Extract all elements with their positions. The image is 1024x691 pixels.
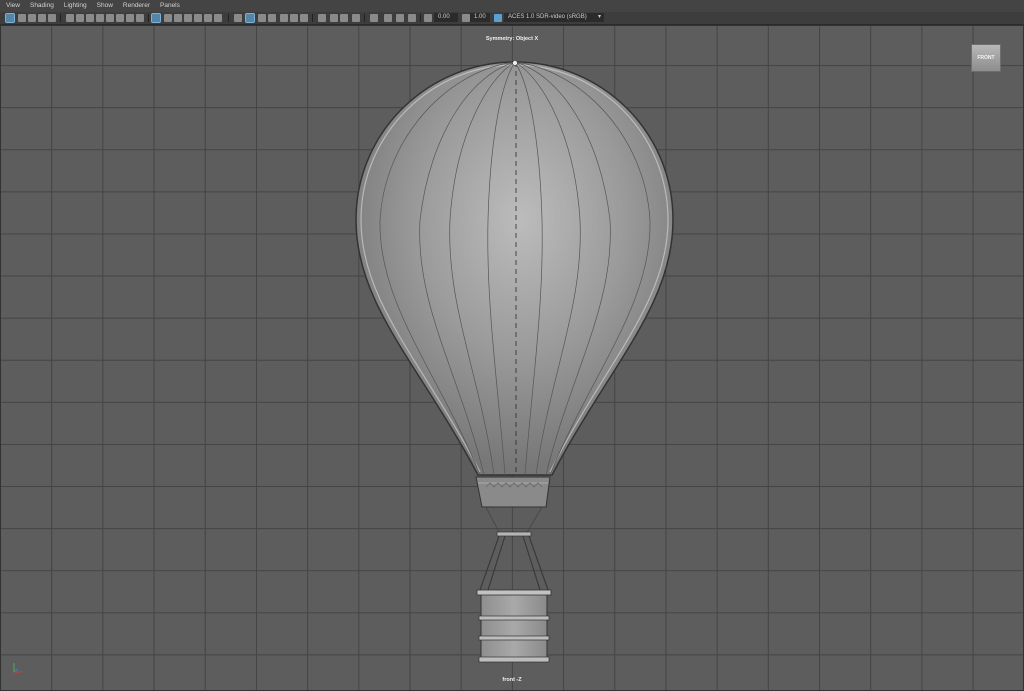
camera-attributes-icon[interactable] <box>18 14 26 22</box>
grid-toggle-icon[interactable] <box>151 13 161 23</box>
balloon-skirt <box>475 476 551 508</box>
balloon-model[interactable] <box>0 25 1024 691</box>
film-gate-icon[interactable] <box>76 14 84 22</box>
axis-gizmo-icon <box>13 663 22 673</box>
shadows-icon[interactable] <box>245 13 255 23</box>
menu-view[interactable]: View <box>6 0 20 12</box>
gamma-icon[interactable] <box>462 14 470 22</box>
use-all-lights-icon[interactable] <box>234 14 242 22</box>
safe-action-icon[interactable] <box>116 14 124 22</box>
snapshot-icon[interactable] <box>384 14 392 22</box>
menu-renderer[interactable]: Renderer <box>123 0 150 12</box>
light-icon[interactable] <box>330 14 338 22</box>
motion-blur-icon[interactable] <box>352 14 360 22</box>
viewport-front[interactable]: Symmetry: Object X FRONT front -Z <box>0 25 1024 691</box>
isolate-icon[interactable] <box>408 14 416 22</box>
menu-show[interactable]: Show <box>97 0 113 12</box>
textured-icon[interactable] <box>214 14 222 22</box>
bounding-box-icon[interactable] <box>184 14 192 22</box>
colorspace-label: ACES 1.0 SDR-video (sRGB) <box>508 14 587 20</box>
image-plane-icon[interactable] <box>38 14 46 22</box>
load-ring <box>496 531 532 537</box>
sphere-icon[interactable] <box>318 14 326 22</box>
diamond-icon[interactable] <box>340 14 348 22</box>
menu-lighting[interactable]: Lighting <box>64 0 87 12</box>
menu-shading[interactable]: Shading <box>30 0 54 12</box>
color-management-icon[interactable] <box>494 14 502 22</box>
bookmarks-icon[interactable] <box>28 14 36 22</box>
panel-menu-bar: View Shading Lighting Show Renderer Pane… <box>0 0 1024 12</box>
hud-icon[interactable] <box>396 14 404 22</box>
flat-shade-icon[interactable] <box>194 14 202 22</box>
safe-title-icon[interactable] <box>126 14 134 22</box>
pencil-icon[interactable] <box>136 14 144 22</box>
panel-toolbar: 0.00 1.00 ACES 1.0 SDR-video (sRGB) ▾ <box>0 12 1024 25</box>
wireframe-icon[interactable] <box>164 14 172 22</box>
ambient-occlusion-icon[interactable] <box>280 14 288 22</box>
xray-icon[interactable] <box>268 14 276 22</box>
colorspace-dropdown[interactable]: ACES 1.0 SDR-video (sRGB) ▾ <box>504 13 604 22</box>
gate-mask-icon[interactable] <box>96 14 104 22</box>
smooth-shade-icon[interactable] <box>174 14 182 22</box>
chevron-down-icon: ▾ <box>597 14 601 20</box>
xray-joints-icon[interactable] <box>204 14 212 22</box>
resolution-gate-icon[interactable] <box>86 14 94 22</box>
2d-pan-zoom-icon[interactable] <box>48 14 56 22</box>
antialiasing-icon[interactable] <box>290 14 298 22</box>
gamma-field[interactable]: 1.00 <box>470 13 490 22</box>
basket <box>480 592 548 662</box>
camera-label: front -Z <box>502 677 522 683</box>
isolate-select-icon[interactable] <box>258 14 266 22</box>
balloon-envelope <box>355 61 674 476</box>
field-chart-icon[interactable] <box>106 14 114 22</box>
expand-icon[interactable] <box>370 14 378 22</box>
select-camera-icon[interactable] <box>5 13 15 23</box>
exposure-icon[interactable] <box>424 14 432 22</box>
lock-camera-icon[interactable] <box>66 14 74 22</box>
menu-panels[interactable]: Panels <box>160 0 180 12</box>
depth-of-field-icon[interactable] <box>300 14 308 22</box>
exposure-field[interactable]: 0.00 <box>434 13 458 22</box>
